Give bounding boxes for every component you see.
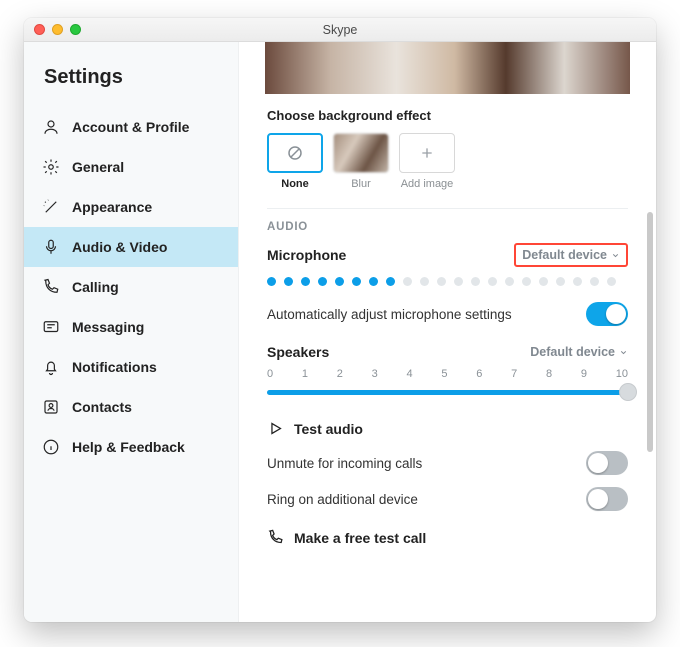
- video-preview: [265, 42, 630, 94]
- background-effect-label: Choose background effect: [267, 108, 628, 123]
- unmute-incoming-toggle[interactable]: [586, 451, 628, 475]
- sidebar-item-label: General: [72, 159, 124, 175]
- mic-level-dot: [556, 277, 565, 286]
- microphone-level-meter: [267, 277, 628, 286]
- slider-thumb[interactable]: [619, 383, 637, 401]
- contacts-icon: [42, 398, 60, 416]
- person-icon: [42, 118, 60, 136]
- microphone-device-dropdown[interactable]: Default device: [514, 243, 628, 267]
- mic-level-dot: [267, 277, 276, 286]
- settings-sidebar: Settings Account & Profile General Appea…: [24, 42, 239, 622]
- window-title: Skype: [24, 23, 656, 37]
- unmute-incoming-label: Unmute for incoming calls: [267, 456, 422, 471]
- sidebar-item-label: Contacts: [72, 399, 132, 415]
- sidebar-item-label: Calling: [72, 279, 119, 295]
- mic-level-dot: [590, 277, 599, 286]
- speaker-volume-ticks: 012345678910: [267, 368, 628, 380]
- phone-icon: [42, 278, 60, 296]
- chevron-down-icon: [619, 348, 628, 357]
- microphone-icon: [42, 238, 60, 256]
- audio-section-header: AUDIO: [267, 221, 628, 233]
- sidebar-item-label: Notifications: [72, 359, 157, 375]
- mic-level-dot: [335, 277, 344, 286]
- bg-option-add-image[interactable]: Add image: [399, 133, 455, 190]
- mic-level-dot: [352, 277, 361, 286]
- sidebar-item-general[interactable]: General: [24, 147, 238, 187]
- ring-additional-label: Ring on additional device: [267, 492, 418, 507]
- none-icon: [286, 144, 304, 162]
- background-effect-options: None Blur Add image: [267, 133, 628, 190]
- sidebar-item-messaging[interactable]: Messaging: [24, 307, 238, 347]
- play-icon: [267, 420, 284, 437]
- mic-level-dot: [284, 277, 293, 286]
- app-window: Skype Settings Account & Profile General…: [24, 18, 656, 622]
- sidebar-item-account-profile[interactable]: Account & Profile: [24, 107, 238, 147]
- mic-level-dot: [369, 277, 378, 286]
- bell-icon: [42, 358, 60, 376]
- mic-level-dot: [471, 277, 480, 286]
- sidebar-item-appearance[interactable]: Appearance: [24, 187, 238, 227]
- auto-adjust-label: Automatically adjust microphone settings: [267, 307, 512, 322]
- microphone-device-value: Default device: [522, 248, 607, 262]
- bg-option-blur[interactable]: Blur: [333, 133, 389, 190]
- mic-level-dot: [607, 277, 616, 286]
- mic-level-dot: [454, 277, 463, 286]
- wand-icon: [42, 198, 60, 216]
- speakers-label: Speakers: [267, 344, 329, 360]
- test-audio-label: Test audio: [294, 421, 363, 437]
- gear-icon: [42, 158, 60, 176]
- test-audio-button[interactable]: Test audio: [267, 420, 628, 437]
- scrollbar[interactable]: [647, 212, 653, 452]
- ring-additional-toggle[interactable]: [586, 487, 628, 511]
- info-icon: [42, 438, 60, 456]
- bg-option-label: Add image: [401, 178, 454, 190]
- bg-option-label: Blur: [351, 178, 371, 190]
- speakers-device-dropdown[interactable]: Default device: [530, 345, 628, 359]
- bg-option-none[interactable]: None: [267, 133, 323, 190]
- sidebar-item-calling[interactable]: Calling: [24, 267, 238, 307]
- mic-level-dot: [539, 277, 548, 286]
- speaker-volume-slider[interactable]: [267, 382, 628, 402]
- sidebar-item-label: Help & Feedback: [72, 439, 185, 455]
- divider: [267, 208, 628, 209]
- bg-option-label: None: [281, 178, 309, 190]
- sidebar-item-label: Audio & Video: [72, 239, 167, 255]
- titlebar: Skype: [24, 18, 656, 42]
- microphone-label: Microphone: [267, 247, 346, 263]
- mic-level-dot: [386, 277, 395, 286]
- message-icon: [42, 318, 60, 336]
- mic-level-dot: [488, 277, 497, 286]
- sidebar-item-notifications[interactable]: Notifications: [24, 347, 238, 387]
- sidebar-item-label: Account & Profile: [72, 119, 189, 135]
- chevron-down-icon: [611, 251, 620, 260]
- mic-level-dot: [420, 277, 429, 286]
- sidebar-item-label: Appearance: [72, 199, 152, 215]
- auto-adjust-toggle[interactable]: [586, 302, 628, 326]
- mic-level-dot: [573, 277, 582, 286]
- sidebar-item-contacts[interactable]: Contacts: [24, 387, 238, 427]
- plus-icon: [419, 145, 435, 161]
- mic-level-dot: [505, 277, 514, 286]
- make-test-call-button[interactable]: Make a free test call: [267, 529, 628, 546]
- mic-level-dot: [301, 277, 310, 286]
- settings-heading: Settings: [24, 60, 238, 107]
- sidebar-item-label: Messaging: [72, 319, 144, 335]
- sidebar-item-help-feedback[interactable]: Help & Feedback: [24, 427, 238, 467]
- mic-level-dot: [403, 277, 412, 286]
- settings-content: Choose background effect None Blur Add i…: [239, 42, 656, 622]
- sidebar-item-audio-video[interactable]: Audio & Video: [24, 227, 238, 267]
- phone-icon: [267, 529, 284, 546]
- mic-level-dot: [522, 277, 531, 286]
- mic-level-dot: [437, 277, 446, 286]
- speakers-device-value: Default device: [530, 345, 615, 359]
- make-test-call-label: Make a free test call: [294, 530, 426, 546]
- mic-level-dot: [318, 277, 327, 286]
